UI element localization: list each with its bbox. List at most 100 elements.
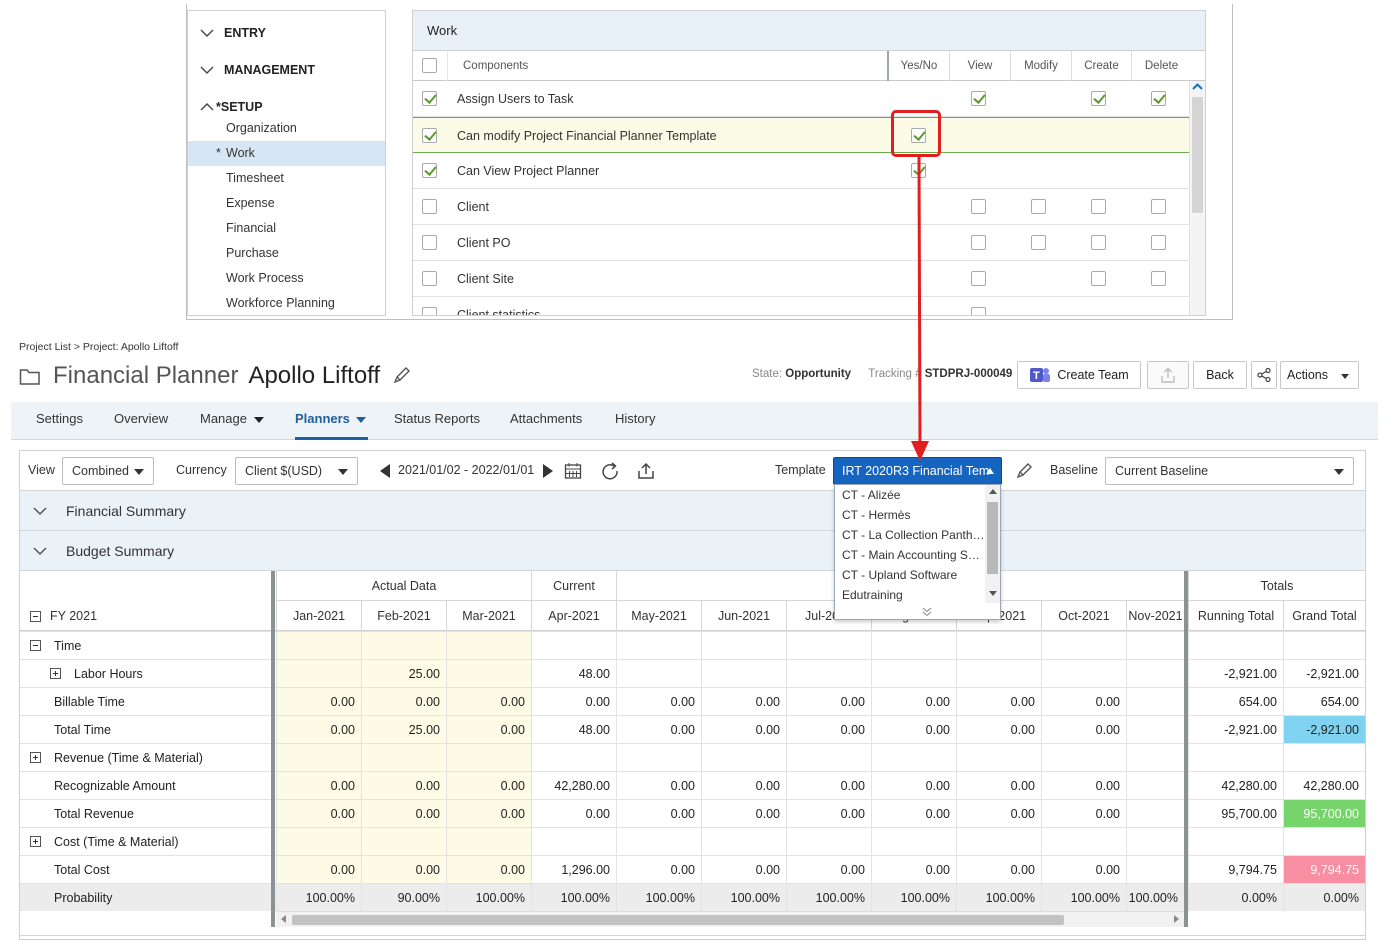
view-checkbox[interactable] bbox=[971, 235, 986, 250]
month-header[interactable]: Jan-2021 bbox=[276, 601, 361, 631]
grid-cell[interactable]: 0.00 bbox=[956, 856, 1041, 884]
delete-checkbox[interactable] bbox=[1151, 91, 1166, 106]
financial-summary-section[interactable]: Financial Summary bbox=[20, 491, 1365, 531]
totals-column-divider[interactable] bbox=[1184, 571, 1188, 927]
grid-cell[interactable]: 100.00% bbox=[531, 884, 616, 912]
permissions-scrollbar[interactable] bbox=[1189, 81, 1205, 315]
grid-cell[interactable] bbox=[1041, 632, 1126, 660]
running-total-cell[interactable] bbox=[1188, 828, 1283, 856]
tab-history[interactable]: History bbox=[615, 402, 655, 440]
row-checkbox[interactable] bbox=[422, 163, 437, 178]
month-header[interactable]: Feb-2021 bbox=[361, 601, 446, 631]
grid-cell[interactable]: 90.00% bbox=[361, 884, 446, 912]
dropdown-scrollbar[interactable] bbox=[985, 485, 1000, 603]
grid-cell[interactable] bbox=[1126, 716, 1184, 744]
grid-cell[interactable] bbox=[701, 632, 786, 660]
view-checkbox[interactable] bbox=[971, 271, 986, 286]
grid-cell[interactable]: 100.00% bbox=[956, 884, 1041, 912]
grid-cell[interactable] bbox=[1126, 688, 1184, 716]
grid-cell[interactable]: 0.00 bbox=[446, 800, 531, 828]
delete-checkbox[interactable] bbox=[1151, 235, 1166, 250]
grid-cell[interactable]: 100.00% bbox=[616, 884, 701, 912]
baseline-select[interactable]: Current Baseline bbox=[1105, 457, 1354, 485]
grid-cell[interactable] bbox=[531, 744, 616, 772]
grid-cell[interactable]: 0.00 bbox=[701, 716, 786, 744]
nav-item-work-process[interactable]: Work Process bbox=[188, 266, 385, 291]
collapse-toggle[interactable] bbox=[30, 640, 41, 651]
grid-cell[interactable] bbox=[786, 828, 871, 856]
grid-horizontal-scrollbar[interactable] bbox=[276, 911, 1184, 927]
grand-total-cell[interactable]: 9,794.75 bbox=[1283, 856, 1365, 884]
row-checkbox[interactable] bbox=[422, 307, 437, 315]
scroll-right-icon[interactable] bbox=[1174, 915, 1179, 923]
grid-cell[interactable] bbox=[276, 744, 361, 772]
grid-cell[interactable] bbox=[616, 660, 701, 688]
grid-cell[interactable]: 0.00 bbox=[446, 856, 531, 884]
grid-cell[interactable] bbox=[1041, 828, 1126, 856]
permission-row-assign-users-to-task[interactable]: Assign Users to Task bbox=[413, 81, 1189, 117]
view-checkbox[interactable] bbox=[971, 307, 986, 315]
grid-cell[interactable]: 0.00 bbox=[1041, 856, 1126, 884]
nav-item-purchase[interactable]: Purchase bbox=[188, 241, 385, 266]
grid-cell[interactable]: 0.00 bbox=[531, 800, 616, 828]
create-checkbox[interactable] bbox=[1091, 235, 1106, 250]
column-header-modify[interactable]: Modify bbox=[1010, 51, 1071, 81]
grid-cell[interactable]: 0.00 bbox=[956, 772, 1041, 800]
share-button[interactable] bbox=[1251, 361, 1277, 389]
grid-cell[interactable] bbox=[871, 632, 956, 660]
grid-cell[interactable] bbox=[446, 632, 531, 660]
grid-cell[interactable]: 0.00 bbox=[616, 716, 701, 744]
template-dropdown-list[interactable]: CT - Alizée CT - Hermès CT - La Collection… bbox=[834, 484, 1001, 620]
grid-cell[interactable]: 0.00 bbox=[701, 772, 786, 800]
grand-total-cell[interactable]: 95,700.00 bbox=[1283, 800, 1365, 828]
running-total-cell[interactable]: -2,921.00 bbox=[1188, 660, 1283, 688]
scroll-thumb[interactable] bbox=[987, 502, 998, 574]
grid-cell[interactable]: 0.00 bbox=[871, 716, 956, 744]
grid-cell[interactable]: 0.00 bbox=[1041, 772, 1126, 800]
grid-cell[interactable]: 0.00 bbox=[871, 800, 956, 828]
month-header[interactable]: Jun-2021 bbox=[701, 601, 786, 631]
grid-cell[interactable]: 25.00 bbox=[361, 660, 446, 688]
refresh-icon[interactable] bbox=[601, 462, 621, 482]
grid-cell[interactable]: 0.00 bbox=[616, 856, 701, 884]
nav-group-management[interactable]: MANAGEMENT bbox=[200, 58, 315, 82]
month-header[interactable]: May-2021 bbox=[616, 601, 701, 631]
grid-cell[interactable]: 100.00% bbox=[1126, 884, 1184, 912]
grid-cell[interactable] bbox=[956, 744, 1041, 772]
tab-manage[interactable]: Manage bbox=[200, 402, 264, 440]
modify-checkbox[interactable] bbox=[1031, 199, 1046, 214]
grid-cell[interactable]: 0.00 bbox=[616, 688, 701, 716]
nav-item-timesheet[interactable]: Timesheet bbox=[188, 166, 385, 191]
grid-cell[interactable] bbox=[1041, 660, 1126, 688]
grid-cell[interactable]: 0.00 bbox=[956, 716, 1041, 744]
nav-item-organization[interactable]: Organization bbox=[188, 116, 385, 141]
running-total-cell[interactable]: 654.00 bbox=[1188, 688, 1283, 716]
grid-cell[interactable]: 0.00 bbox=[956, 688, 1041, 716]
tab-planners[interactable]: Planners bbox=[295, 402, 368, 440]
grid-cell[interactable]: 0.00 bbox=[361, 800, 446, 828]
grid-cell[interactable]: 0.00 bbox=[276, 856, 361, 884]
scroll-up-icon[interactable] bbox=[1190, 81, 1205, 93]
grid-cell[interactable]: 0.00 bbox=[1041, 800, 1126, 828]
grid-cell[interactable]: 0.00 bbox=[446, 772, 531, 800]
grand-total-cell[interactable] bbox=[1283, 744, 1365, 772]
expand-toggle[interactable] bbox=[50, 668, 61, 679]
grid-cell[interactable] bbox=[616, 744, 701, 772]
collapse-fy-toggle[interactable] bbox=[30, 611, 41, 622]
export-icon[interactable] bbox=[636, 461, 656, 481]
grid-cell[interactable]: 0.00 bbox=[361, 772, 446, 800]
grid-cell[interactable]: 0.00 bbox=[1041, 716, 1126, 744]
tab-settings[interactable]: Settings bbox=[36, 402, 83, 440]
template-option[interactable]: CT - Alizée bbox=[835, 485, 985, 505]
grid-cell[interactable]: 0.00 bbox=[616, 800, 701, 828]
column-header-components[interactable]: Components bbox=[447, 51, 887, 81]
row-checkbox[interactable] bbox=[422, 235, 437, 250]
month-header[interactable]: Mar-2021 bbox=[446, 601, 531, 631]
grid-cell[interactable] bbox=[361, 828, 446, 856]
grid-cell[interactable]: 0.00 bbox=[276, 772, 361, 800]
permission-row-can-view-project-planner[interactable]: Can View Project Planner bbox=[413, 153, 1189, 189]
nav-item-financial[interactable]: Financial bbox=[188, 216, 385, 241]
running-total-cell[interactable] bbox=[1188, 632, 1283, 660]
running-total-cell[interactable]: 95,700.00 bbox=[1188, 800, 1283, 828]
template-option[interactable]: CT - Upland Software bbox=[835, 565, 985, 585]
